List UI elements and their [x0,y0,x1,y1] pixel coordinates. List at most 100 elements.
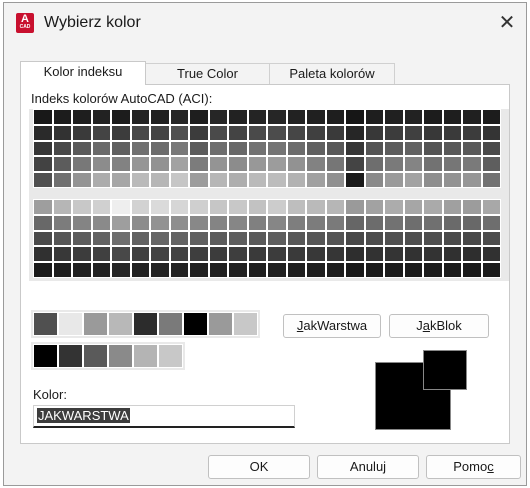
aci-color-swatch[interactable] [267,199,287,215]
aci-color-swatch[interactable] [286,172,306,188]
aci-color-swatch[interactable] [462,230,482,247]
aci-color-swatch[interactable] [481,140,501,157]
aci-color-swatch[interactable] [345,199,365,215]
aci-color-swatch[interactable] [111,214,131,231]
aci-color-swatch[interactable] [91,140,111,157]
aci-color-swatch[interactable] [130,140,150,157]
aci-color-swatch[interactable] [306,124,326,141]
gray-shade-swatch[interactable] [108,344,133,368]
gray-shade-swatch[interactable] [158,344,183,368]
close-icon[interactable]: ✕ [492,9,522,37]
aci-color-swatch[interactable] [247,230,267,247]
aci-color-swatch[interactable] [111,109,131,125]
jak-blok-button[interactable]: JakBlok [389,314,489,338]
aci-color-swatch[interactable] [72,199,92,215]
tab-kolor-indeksu[interactable]: Kolor indeksu [20,61,146,85]
aci-color-swatch[interactable] [364,172,384,188]
aci-color-swatch[interactable] [91,109,111,125]
aci-color-swatch[interactable] [325,124,345,141]
aci-color-swatch[interactable] [169,214,189,231]
aci-color-swatch[interactable] [228,199,248,215]
aci-color-swatch[interactable] [345,124,365,141]
aci-color-swatch[interactable] [286,156,306,173]
aci-color-swatch[interactable] [442,109,462,125]
aci-color-swatch[interactable] [91,214,111,231]
aci-color-swatch[interactable] [403,199,423,215]
aci-color-swatch[interactable] [130,230,150,247]
aci-color-swatch[interactable] [384,199,404,215]
aci-color-swatch[interactable] [247,214,267,231]
aci-color-swatch[interactable] [481,109,501,125]
aci-color-swatch[interactable] [267,230,287,247]
gray-shade-swatch[interactable] [58,344,83,368]
aci-color-swatch[interactable] [91,124,111,141]
standard-color-swatch[interactable] [183,312,208,336]
aci-color-swatch[interactable] [345,156,365,173]
aci-color-swatch[interactable] [130,156,150,173]
aci-color-swatch[interactable] [286,109,306,125]
aci-color-swatch[interactable] [228,156,248,173]
aci-color-swatch[interactable] [208,230,228,247]
aci-color-swatch[interactable] [130,109,150,125]
aci-color-swatch[interactable] [189,109,209,125]
help-button[interactable]: Pomoc [426,455,521,479]
aci-color-swatch[interactable] [52,199,72,215]
aci-color-swatch[interactable] [384,214,404,231]
aci-color-swatch[interactable] [247,124,267,141]
aci-color-swatch[interactable] [481,262,501,278]
aci-color-swatch[interactable] [423,246,443,263]
aci-color-swatch[interactable] [91,262,111,278]
aci-color-swatch[interactable] [91,199,111,215]
aci-color-swatch[interactable] [403,124,423,141]
aci-color-swatch[interactable] [208,172,228,188]
aci-color-swatch[interactable] [442,124,462,141]
aci-color-swatch[interactable] [228,214,248,231]
aci-color-swatch[interactable] [325,246,345,263]
aci-color-swatch[interactable] [345,262,365,278]
aci-color-swatch[interactable] [267,109,287,125]
aci-color-swatch[interactable] [91,156,111,173]
aci-color-swatch[interactable] [111,156,131,173]
aci-color-swatch[interactable] [33,172,53,188]
aci-color-swatch[interactable] [403,172,423,188]
ok-button[interactable]: OK [208,455,310,479]
aci-color-swatch[interactable] [130,199,150,215]
aci-color-swatch[interactable] [423,214,443,231]
aci-color-swatch[interactable] [345,172,365,188]
aci-color-swatch[interactable] [208,109,228,125]
standard-color-swatch[interactable] [233,312,258,336]
aci-color-swatch[interactable] [247,246,267,263]
aci-color-swatch[interactable] [52,140,72,157]
aci-color-swatch[interactable] [364,140,384,157]
aci-color-swatch[interactable] [267,262,287,278]
aci-color-swatch[interactable] [150,230,170,247]
aci-color-swatch[interactable] [481,156,501,173]
aci-color-swatch[interactable] [462,246,482,263]
aci-color-swatch[interactable] [462,172,482,188]
aci-color-swatch[interactable] [189,262,209,278]
aci-color-swatch[interactable] [72,109,92,125]
gray-shade-swatch[interactable] [83,344,108,368]
aci-color-swatch[interactable] [384,246,404,263]
aci-color-swatch[interactable] [150,172,170,188]
aci-color-swatch[interactable] [130,262,150,278]
aci-color-swatch[interactable] [364,262,384,278]
aci-color-swatch[interactable] [111,230,131,247]
aci-color-swatch[interactable] [247,172,267,188]
aci-color-swatch[interactable] [150,140,170,157]
aci-color-swatch[interactable] [423,262,443,278]
aci-color-swatch[interactable] [423,156,443,173]
aci-color-swatch[interactable] [228,262,248,278]
aci-color-swatch[interactable] [345,214,365,231]
aci-color-swatch[interactable] [52,214,72,231]
aci-color-swatch[interactable] [306,262,326,278]
aci-color-swatch[interactable] [150,109,170,125]
aci-color-swatch[interactable] [267,172,287,188]
aci-color-swatch[interactable] [111,124,131,141]
aci-color-swatch[interactable] [403,156,423,173]
aci-color-swatch[interactable] [364,214,384,231]
aci-color-swatch[interactable] [228,124,248,141]
standard-color-swatch[interactable] [33,312,58,336]
aci-color-swatch[interactable] [384,156,404,173]
aci-color-swatch[interactable] [169,172,189,188]
